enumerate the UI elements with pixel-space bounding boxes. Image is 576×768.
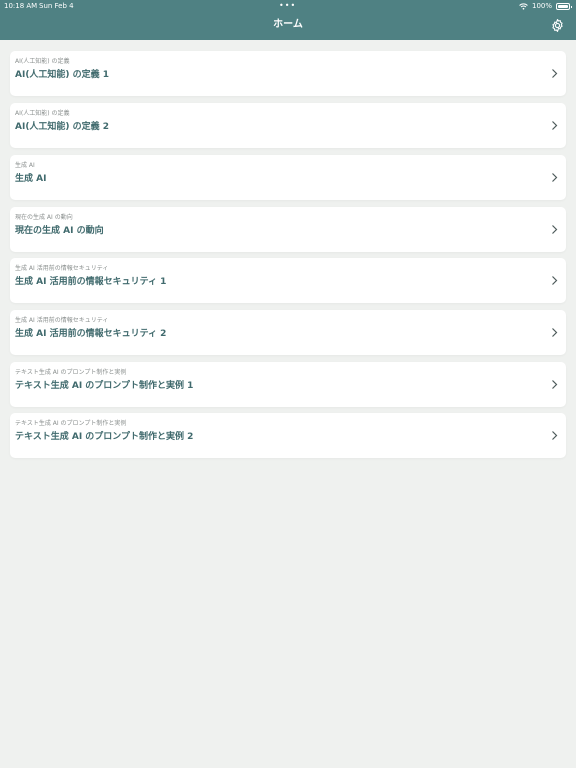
navigation-bar: 10:18 AM Sun Feb 4 ••• 100% ホーム bbox=[0, 0, 576, 40]
list-item[interactable]: 現在の生成 AI の動向 現在の生成 AI の動向 bbox=[10, 207, 566, 252]
battery-icon bbox=[556, 2, 572, 10]
list-item-title: 生成 AI bbox=[15, 174, 47, 184]
chevron-right-icon bbox=[552, 69, 558, 78]
list-item[interactable]: 生成 AI 活用前の情報セキュリティ 生成 AI 活用前の情報セキュリティ 1 bbox=[10, 258, 566, 303]
multitasking-dots[interactable]: ••• bbox=[279, 0, 296, 12]
list-item-title: 生成 AI 活用前の情報セキュリティ 1 bbox=[15, 277, 167, 287]
status-time: 10:18 AM bbox=[4, 2, 38, 10]
list-item-title: テキスト生成 AI のプロンプト制作と実例 1 bbox=[15, 381, 194, 391]
list-item[interactable]: AI(人工知能) の定義 AI(人工知能) の定義 1 bbox=[10, 51, 566, 96]
list-item-subtitle: 生成 AI 活用前の情報セキュリティ bbox=[15, 265, 109, 272]
list-item-subtitle: AI(人工知能) の定義 bbox=[15, 58, 70, 65]
list-item-title: 生成 AI 活用前の情報セキュリティ 2 bbox=[15, 329, 167, 339]
list-item[interactable]: AI(人工知能) の定義 AI(人工知能) の定義 2 bbox=[10, 103, 566, 148]
page-title: ホーム bbox=[273, 19, 303, 30]
list-item-subtitle: テキスト生成 AI のプロンプト制作と実例 bbox=[15, 369, 127, 376]
list-item[interactable]: テキスト生成 AI のプロンプト制作と実例 テキスト生成 AI のプロンプト制作… bbox=[10, 413, 566, 458]
list-item-subtitle: 現在の生成 AI の動向 bbox=[15, 214, 73, 221]
chevron-right-icon bbox=[552, 431, 558, 440]
wifi-icon bbox=[519, 2, 528, 10]
list-item-subtitle: テキスト生成 AI のプロンプト制作と実例 bbox=[15, 420, 127, 427]
list-item-title: AI(人工知能) の定義 1 bbox=[15, 70, 110, 80]
chevron-right-icon bbox=[552, 121, 558, 130]
list-item-title: 現在の生成 AI の動向 bbox=[15, 226, 104, 236]
chevron-right-icon bbox=[552, 380, 558, 389]
list-item-subtitle: 生成 AI 活用前の情報セキュリティ bbox=[15, 317, 109, 324]
chevron-right-icon bbox=[552, 225, 558, 234]
list-item-subtitle: AI(人工知能) の定義 bbox=[15, 110, 70, 117]
chevron-right-icon bbox=[552, 173, 558, 182]
chevron-right-icon bbox=[552, 328, 558, 337]
status-bar: 10:18 AM Sun Feb 4 ••• 100% bbox=[0, 0, 576, 12]
gear-icon[interactable] bbox=[550, 18, 565, 33]
status-date: Sun Feb 4 bbox=[39, 2, 74, 10]
chevron-right-icon bbox=[552, 276, 558, 285]
status-right: 100% bbox=[519, 0, 572, 12]
battery-percentage: 100% bbox=[531, 2, 552, 10]
list-item[interactable]: テキスト生成 AI のプロンプト制作と実例 テキスト生成 AI のプロンプト制作… bbox=[10, 362, 566, 407]
list-item[interactable]: 生成 AI 生成 AI bbox=[10, 155, 566, 200]
list-item-title: AI(人工知能) の定義 2 bbox=[15, 122, 110, 132]
list-item[interactable]: 生成 AI 活用前の情報セキュリティ 生成 AI 活用前の情報セキュリティ 2 bbox=[10, 310, 566, 355]
list-item-title: テキスト生成 AI のプロンプト制作と実例 2 bbox=[15, 432, 194, 442]
list-item-subtitle: 生成 AI bbox=[15, 162, 35, 169]
